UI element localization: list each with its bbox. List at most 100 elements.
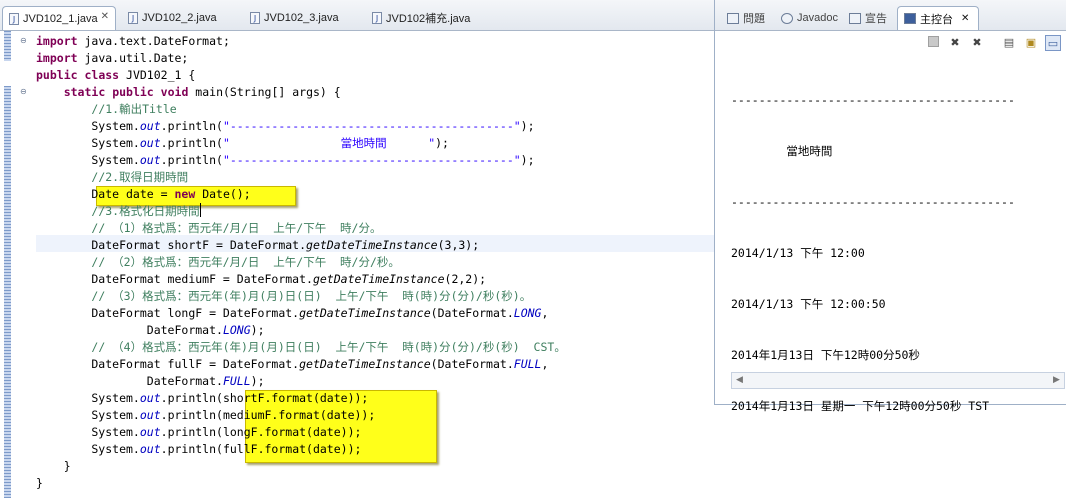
code-token: .println(mediumF.format(date)); xyxy=(160,408,376,422)
code-token: //1.輸出Title xyxy=(91,102,177,116)
code-line[interactable]: } xyxy=(36,475,43,492)
code-line[interactable]: public class JVD102_1 { xyxy=(36,67,195,84)
tab-label: 宣告 xyxy=(865,13,887,25)
code-line[interactable]: DateFormat.FULL); xyxy=(36,373,265,390)
code-line[interactable]: System.out.println("--------------------… xyxy=(36,118,534,135)
close-icon[interactable]: ✕ xyxy=(101,11,109,22)
java-file-icon: J xyxy=(128,12,138,24)
code-token: getDateTimeInstance xyxy=(299,306,431,320)
code-line[interactable]: DateFormat longF = DateFormat.getDateTim… xyxy=(36,305,548,322)
code-token: DateFormat. xyxy=(36,374,223,388)
tab-label: 問題 xyxy=(743,13,765,25)
fold-icon[interactable]: ⊖ xyxy=(20,36,27,45)
code-token: // （1）格式爲：西元年/月/日 上午/下午 時/分。 xyxy=(91,221,382,235)
code-token: } xyxy=(36,459,71,473)
tab-jvd102-supplement[interactable]: J JVD102補充.java xyxy=(366,6,496,30)
tab-console[interactable]: 主控台 ✕ xyxy=(897,6,979,30)
code-token: (3,3); xyxy=(437,238,480,252)
code-line[interactable]: DateFormat mediumF = DateFormat.getDateT… xyxy=(36,271,486,288)
code-token: new xyxy=(174,187,196,201)
text-caret xyxy=(199,203,201,217)
code-token: System. xyxy=(36,119,140,133)
tab-jvd102-2[interactable]: J JVD102_2.java xyxy=(122,6,240,30)
code-editor[interactable]: J JVD102_1.java ✕ J JVD102_2.java J JVD1… xyxy=(0,0,714,504)
clear-console-icon[interactable]: ▤ xyxy=(1001,35,1017,51)
tab-jvd102-1[interactable]: J JVD102_1.java ✕ xyxy=(2,6,116,30)
remove-launch-icon[interactable]: ✖ xyxy=(947,35,963,51)
code-token: System. xyxy=(36,425,140,439)
code-token: .println( xyxy=(160,153,223,167)
tab-label: JVD102_3.java xyxy=(264,12,339,24)
code-line[interactable]: System.out.println("--------------------… xyxy=(36,152,535,169)
output-line: 2014年1月13日 下午12時00分50秒 xyxy=(731,348,920,362)
code-line[interactable]: System.out.println(longF.format(date)); xyxy=(36,424,361,441)
code-line[interactable]: import java.text.DateFormat; xyxy=(36,33,230,50)
code-line[interactable]: // （4）格式爲：西元年(年)月(月)日(日) 上午/下午 時(時)分(分)/… xyxy=(36,339,565,356)
console-icon xyxy=(904,13,916,24)
scroll-lock-icon[interactable]: ▣ xyxy=(1023,35,1039,51)
code-token: static xyxy=(63,85,106,99)
code-line[interactable]: //1.輸出Title xyxy=(36,101,177,118)
code-line[interactable]: static public void main(String[] args) { xyxy=(36,84,341,101)
console-output: ----------------------------------------… xyxy=(731,58,1061,449)
tab-jvd102-3[interactable]: J JVD102_3.java xyxy=(244,6,362,30)
code-line[interactable]: // （2）格式爲：西元年/月/日 上午/下午 時/分/秒。 xyxy=(36,254,400,271)
tab-declaration[interactable]: 宣告 xyxy=(843,6,893,30)
code-line[interactable]: DateFormat.LONG); xyxy=(36,322,265,339)
code-line[interactable]: System.out.println(" 當地時間 "); xyxy=(36,135,449,152)
code-token: ); xyxy=(250,374,265,388)
code-line[interactable]: System.out.println(mediumF.format(date))… xyxy=(36,407,375,424)
editor-tab-bar: J JVD102_1.java ✕ J JVD102_2.java J JVD1… xyxy=(0,0,714,31)
code-token: ); xyxy=(520,153,535,167)
code-line[interactable]: System.out.println(fullF.format(date)); xyxy=(36,441,361,458)
code-token: .println(shortF.format(date)); xyxy=(160,391,369,405)
close-icon[interactable]: ✕ xyxy=(961,13,969,24)
code-token: System. xyxy=(36,408,140,422)
code-token: DateFormat shortF = DateFormat. xyxy=(36,238,307,252)
horizontal-scrollbar[interactable]: ◀ ▶ xyxy=(731,372,1065,389)
code-line[interactable]: DateFormat fullF = DateFormat.getDateTim… xyxy=(36,356,548,373)
terminate-icon[interactable] xyxy=(925,35,941,51)
code-token: .println(fullF.format(date)); xyxy=(160,442,362,456)
java-file-icon: J xyxy=(250,12,260,24)
code-token: // （3）格式爲：西元年(年)月(月)日(日) 上午/下午 時(時)分(分)/… xyxy=(91,289,532,303)
code-line[interactable]: DateFormat shortF = DateFormat.getDateTi… xyxy=(36,237,479,254)
code-line[interactable]: // （3）格式爲：西元年(年)月(月)日(日) 上午/下午 時(時)分(分)/… xyxy=(36,288,531,305)
code-token: (DateFormat. xyxy=(430,357,514,371)
code-token: System. xyxy=(36,153,140,167)
scroll-left-icon[interactable]: ◀ xyxy=(732,373,747,388)
code-line[interactable]: import java.util.Date; xyxy=(36,50,188,67)
code-token: class xyxy=(84,68,120,82)
output-line: 2014年1月13日 星期一 下午12時00分50秒 TST xyxy=(731,399,990,413)
code-token: getDateTimeInstance xyxy=(312,272,445,286)
code-token: (2,2); xyxy=(444,272,487,286)
code-token: , xyxy=(541,357,549,371)
tab-javadoc[interactable]: Javadoc xyxy=(775,6,839,30)
code-token: LONG xyxy=(222,323,251,337)
code-token: import xyxy=(36,51,78,65)
display-console-icon[interactable]: ▭ xyxy=(1045,35,1061,51)
code-line[interactable]: } xyxy=(36,458,71,475)
scroll-right-icon[interactable]: ▶ xyxy=(1049,373,1064,388)
remove-all-icon[interactable]: ✖ xyxy=(969,35,985,51)
code-line[interactable]: Date date = new Date(); xyxy=(36,186,250,203)
code-line[interactable]: //2.取得日期時間 xyxy=(36,169,188,186)
tab-label: 主控台 xyxy=(920,13,953,26)
code-line[interactable]: System.out.println(shortF.format(date)); xyxy=(36,390,368,407)
code-token: .println( xyxy=(160,136,223,150)
tab-problems[interactable]: 問題 xyxy=(721,6,771,30)
javadoc-icon xyxy=(781,12,793,24)
output-line: 2014/1/13 下午 12:00:50 xyxy=(731,297,886,311)
tab-label: JVD102_1.java xyxy=(23,12,98,25)
code-token: public xyxy=(112,85,154,99)
fold-icon[interactable]: ⊖ xyxy=(20,87,27,96)
code-line[interactable]: // （1）格式爲：西元年/月/日 上午/下午 時/分。 xyxy=(36,220,381,237)
code-token: getDateTimeInstance xyxy=(306,238,438,252)
code-token: out xyxy=(139,408,161,422)
code-line[interactable]: //3.格式化日期時間 xyxy=(36,203,201,220)
code-token: Date date = xyxy=(36,187,175,201)
